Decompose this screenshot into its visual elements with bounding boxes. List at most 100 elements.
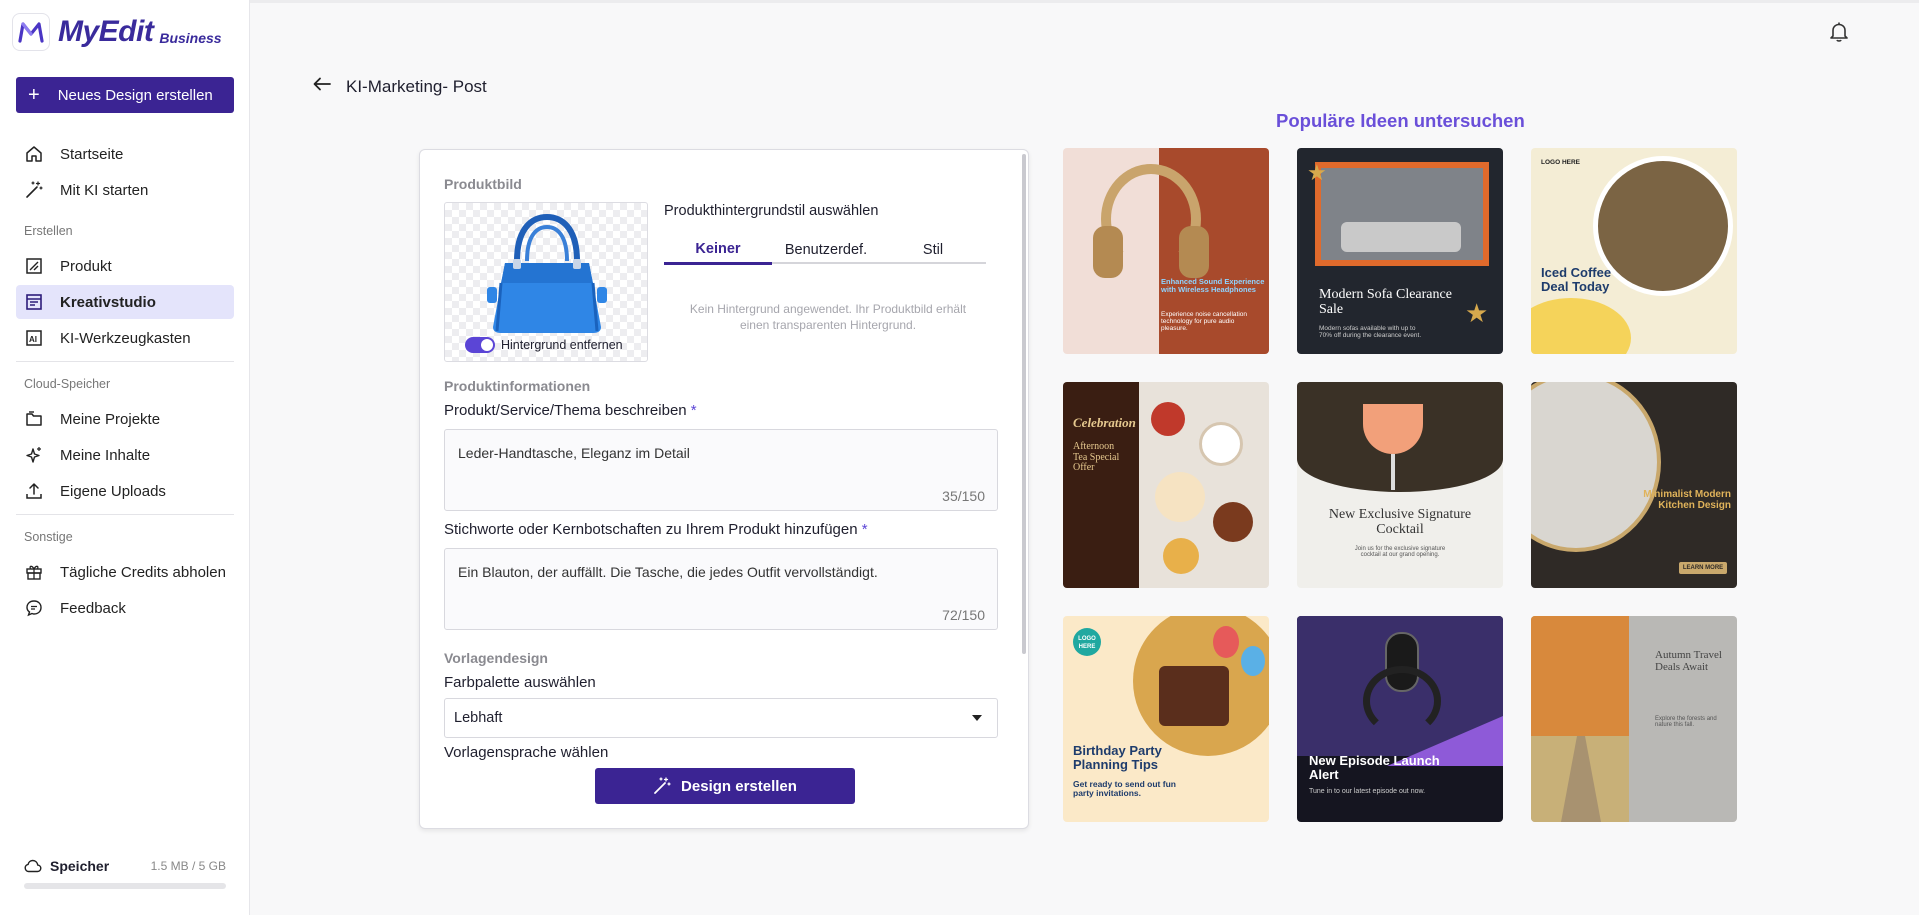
- sidebar-item-label: Mit KI starten: [60, 181, 149, 199]
- sofa-shape: [1341, 222, 1461, 252]
- chat-icon: [24, 598, 44, 618]
- page-header: KI-Marketing- Post: [312, 76, 487, 97]
- new-design-button[interactable]: + Neues Design erstellen: [16, 77, 234, 113]
- sidebar-item-my-projects[interactable]: Meine Projekte: [16, 402, 234, 436]
- section-label-other: Sonstige: [24, 530, 73, 544]
- headphone-cup: [1179, 226, 1209, 278]
- product-image[interactable]: Hintergrund entfernen: [444, 202, 648, 362]
- product-info-title: Produktinformationen: [444, 378, 591, 394]
- describe-count: 35/150: [942, 488, 985, 504]
- back-arrow-icon[interactable]: [312, 76, 332, 97]
- upload-icon: [24, 481, 44, 501]
- required-mark: *: [690, 402, 697, 419]
- handbag-image: [487, 213, 607, 333]
- learn-more-button: LEARN MORE: [1679, 562, 1727, 574]
- dessert-image: [1199, 422, 1243, 466]
- tile-title: New Exclusive Signature Cocktail: [1328, 507, 1472, 537]
- balloon-shape: [1241, 646, 1265, 676]
- storage-bar: [24, 883, 226, 889]
- create-design-label: Design erstellen: [681, 777, 797, 795]
- svg-text:AI: AI: [29, 335, 37, 344]
- describe-field[interactable]: Leder-Handtasche, Eleganz im Detail 35/1…: [444, 429, 998, 511]
- brand-tier: Business: [159, 30, 222, 46]
- tile-sub: Join us for the exclusive signature cock…: [1354, 546, 1446, 559]
- balloon-shape: [1213, 626, 1239, 658]
- logo[interactable]: MyEdit Business: [12, 13, 222, 51]
- keywords-label-text: Stichworte oder Kernbotschaften zu Ihrem…: [444, 521, 858, 538]
- sidebar-item-ai-start[interactable]: Mit KI starten: [16, 173, 234, 207]
- create-design-button[interactable]: Design erstellen: [595, 768, 855, 804]
- product-image-title: Produktbild: [444, 176, 522, 192]
- idea-tile[interactable]: Enhanced Sound Experience with Wireless …: [1063, 148, 1269, 354]
- sidebar-item-product[interactable]: Produkt: [16, 249, 234, 283]
- toggle-switch[interactable]: [465, 337, 495, 353]
- kitchen-image: [1531, 382, 1661, 552]
- keywords-count: 72/150: [942, 607, 985, 623]
- sidebar-item-feedback[interactable]: Feedback: [16, 591, 234, 625]
- tile-sub: Tune in to our latest episode out now.: [1309, 788, 1426, 795]
- dessert-image: [1151, 402, 1185, 436]
- scrollbar[interactable]: [1022, 154, 1026, 654]
- sidebar-item-home[interactable]: Startseite: [16, 137, 234, 171]
- sidebar-item-creative-studio[interactable]: Kreativstudio: [16, 285, 234, 319]
- bg-style-tabs: Keiner Benutzerdef. Stil: [664, 236, 986, 265]
- tile-sub: LOGO HERE: [1541, 159, 1581, 166]
- tab-none[interactable]: Keiner: [664, 236, 772, 265]
- tile-title: Iced Coffee Deal Today: [1541, 265, 1612, 294]
- storage-title: Speicher: [24, 858, 109, 874]
- describe-label-text: Produkt/Service/Thema beschreiben: [444, 402, 687, 419]
- creative-studio-icon: [24, 292, 44, 312]
- sidebar-item-label: Startseite: [60, 145, 124, 163]
- tile-sub: Afternoon Tea Special Offer: [1073, 441, 1120, 473]
- palette-value: Lebhaft: [454, 710, 503, 726]
- sidebar-item-daily-credits[interactable]: Tägliche Credits abholen: [16, 555, 234, 589]
- bell-icon[interactable]: [1829, 21, 1849, 48]
- storage-amount: 1.5 MB / 5 GB: [150, 859, 226, 873]
- describe-label: Produkt/Service/Thema beschreiben *: [444, 402, 697, 419]
- glass-stem: [1391, 454, 1395, 490]
- sidebar-item-own-uploads[interactable]: Eigene Uploads: [16, 474, 234, 508]
- tile-title: Enhanced Sound Experience with Wireless …: [1161, 277, 1265, 294]
- idea-tile[interactable]: New Episode Launch Alert Tune in to our …: [1297, 616, 1503, 822]
- headphones-image: [1363, 666, 1441, 736]
- keywords-field[interactable]: Ein Blauton, der auffällt. Die Tasche, d…: [444, 548, 998, 630]
- dessert-image: [1155, 472, 1205, 522]
- tab-style[interactable]: Stil: [880, 236, 986, 264]
- folder-icon: [24, 409, 44, 429]
- idea-tile[interactable]: LOGO HERE Iced Coffee Deal Today: [1531, 148, 1737, 354]
- bg-note: Kein Hintergrund angewendet. Ihr Produkt…: [689, 302, 967, 332]
- headphone-cup: [1093, 226, 1123, 278]
- divider: [16, 361, 234, 362]
- dessert-image: [1163, 538, 1199, 574]
- idea-tile[interactable]: ★ ★ Modern Sofa Clearance Sale Modern so…: [1297, 148, 1503, 354]
- idea-tile[interactable]: Autumn Travel Deals Await Explore the fo…: [1531, 616, 1737, 822]
- tile-sub: Explore the forests and nature this fall…: [1655, 716, 1717, 729]
- idea-tile[interactable]: Celebration Afternoon Tea Special Offer: [1063, 382, 1269, 588]
- tile-title: New Episode Launch Alert: [1309, 753, 1440, 782]
- sidebar-item-my-content[interactable]: Meine Inhalte: [16, 438, 234, 472]
- section-label-cloud: Cloud-Speicher: [24, 377, 111, 391]
- tile-shape: [1531, 298, 1631, 354]
- page-title: KI-Marketing- Post: [346, 76, 487, 96]
- star-icon: ★: [1465, 298, 1489, 328]
- tree-foliage: [1531, 616, 1629, 736]
- remove-background-toggle[interactable]: Hintergrund entfernen: [465, 337, 623, 353]
- home-icon: [24, 144, 44, 164]
- tile-sub: Get ready to send out fun party invitati…: [1073, 779, 1176, 798]
- brand-name: MyEdit: [58, 15, 154, 48]
- logo-badge: LOGO HERE: [1073, 628, 1101, 656]
- dessert-image: [1213, 502, 1253, 542]
- sofa-image: [1315, 162, 1489, 266]
- keywords-value: Ein Blauton, der auffällt. Die Tasche, d…: [458, 564, 878, 580]
- idea-tile[interactable]: LOGO HERE Birthday Party Planning Tips Ge…: [1063, 616, 1269, 822]
- keywords-label: Stichworte oder Kernbotschaften zu Ihrem…: [444, 521, 868, 538]
- tile-title: Minimalist Modern Kitchen Design: [1643, 489, 1731, 511]
- tab-custom[interactable]: Benutzerdef.: [772, 236, 880, 264]
- section-label-create: Erstellen: [24, 224, 73, 238]
- remove-bg-label: Hintergrund entfernen: [501, 338, 623, 352]
- sidebar-item-ai-toolbox[interactable]: AI KI-Werkzeugkasten: [16, 321, 234, 355]
- idea-tile[interactable]: New Exclusive Signature Cocktail Join us…: [1297, 382, 1503, 588]
- idea-tile[interactable]: Minimalist Modern Kitchen Design LEARN M…: [1531, 382, 1737, 588]
- design-form-card: Produktbild Hintergrund entfernen Produk…: [419, 149, 1029, 829]
- palette-select[interactable]: Lebhaft: [444, 698, 998, 738]
